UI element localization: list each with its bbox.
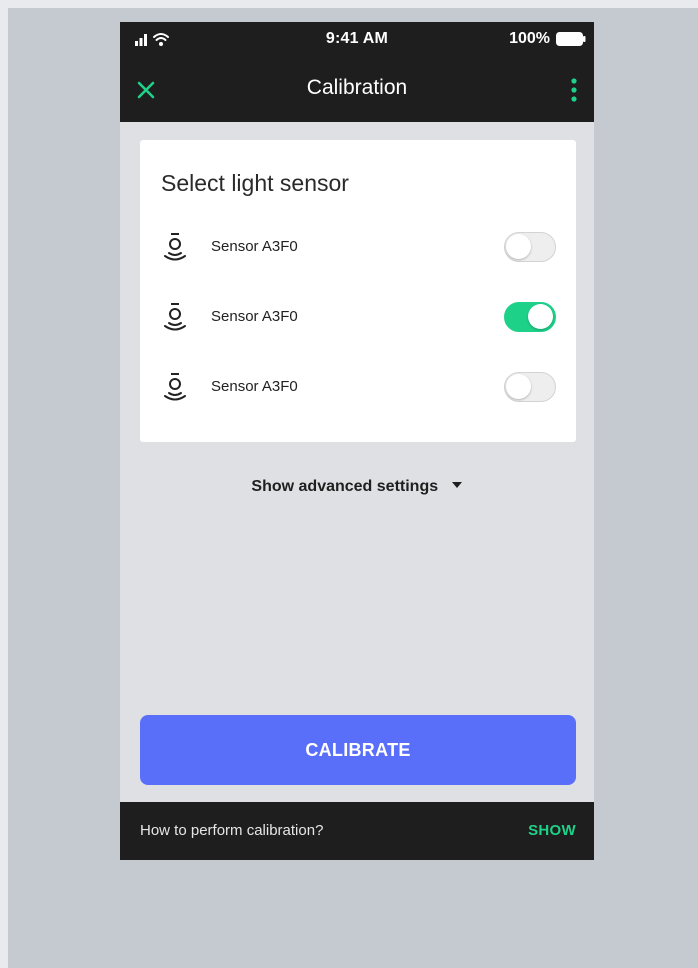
- more-vertical-icon[interactable]: [568, 76, 580, 104]
- status-battery: 100%: [509, 30, 586, 48]
- help-bar: How to perform calibration? SHOW: [120, 802, 594, 860]
- status-bar: 9:41 AM 100%: [120, 22, 594, 56]
- sensor-toggle[interactable]: [504, 372, 556, 402]
- battery-percentage: 100%: [509, 30, 550, 47]
- sensor-label: Sensor A3F0: [211, 238, 298, 255]
- sensor-toggle[interactable]: [504, 232, 556, 262]
- calibrate-button[interactable]: CALIBRATE: [140, 715, 576, 785]
- caret-down-icon: [451, 482, 462, 489]
- show-help-button[interactable]: SHOW: [528, 822, 576, 839]
- advanced-settings-label: Show advanced settings: [251, 478, 439, 495]
- sensor-label: Sensor A3F0: [211, 378, 298, 395]
- sensor-label: Sensor A3F0: [211, 308, 298, 325]
- light-sensor-icon: [164, 373, 186, 401]
- sensor-row: Sensor A3F0: [140, 228, 576, 268]
- page-title: Calibration: [306, 76, 408, 99]
- light-sensor-icon: [164, 233, 186, 261]
- advanced-settings-toggle[interactable]: Show advanced settings: [120, 478, 594, 496]
- sensor-row: Sensor A3F0: [140, 298, 576, 338]
- sensor-card: Select light sensor Sensor A3F0 Sensor A…: [140, 140, 576, 442]
- phone-screen: 9:41 AM 100% Calibration Select light se…: [120, 22, 594, 860]
- toggle-knob: [506, 234, 531, 259]
- sensor-row: Sensor A3F0: [140, 368, 576, 408]
- help-prompt: How to perform calibration?: [140, 822, 324, 839]
- battery-icon: [556, 32, 586, 46]
- toggle-knob: [528, 304, 553, 329]
- toggle-knob: [506, 374, 531, 399]
- light-sensor-icon: [164, 303, 186, 331]
- card-title: Select light sensor: [161, 170, 349, 196]
- sensor-toggle[interactable]: [504, 302, 556, 332]
- nav-bar: Calibration: [120, 56, 594, 122]
